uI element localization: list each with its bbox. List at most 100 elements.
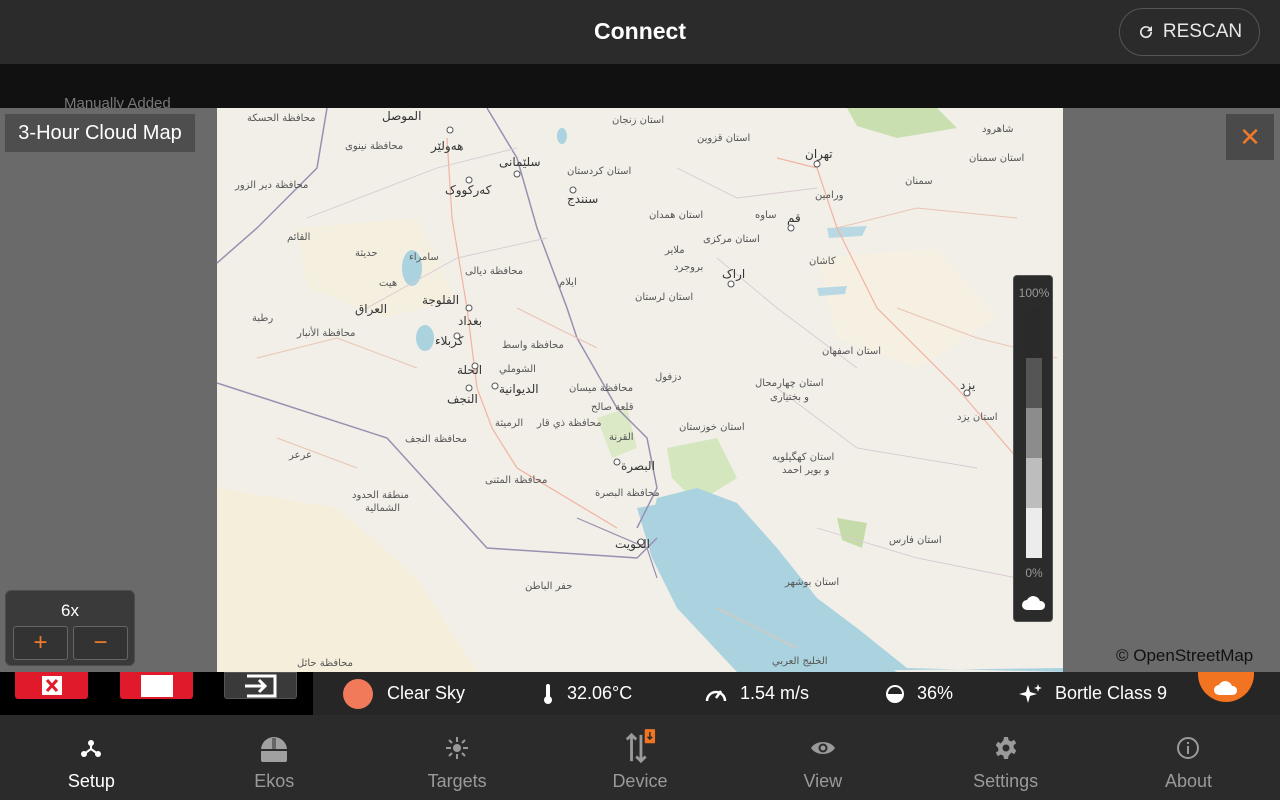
zoom-control: 6x + −	[5, 590, 135, 666]
cloud-icon	[1022, 596, 1046, 610]
stop-button[interactable]	[120, 672, 193, 699]
svg-text:و بویر احمد: و بویر احمد	[782, 465, 830, 476]
svg-text:استان کردستان: استان کردستان	[567, 166, 631, 177]
condition-dot-icon	[343, 678, 373, 709]
svg-text:استان لرستان: استان لرستان	[635, 292, 693, 303]
svg-text:هيت: هيت	[379, 278, 397, 289]
svg-text:قلعة صالح: قلعة صالح	[591, 402, 634, 413]
svg-text:الموصل: الموصل	[382, 109, 421, 124]
temperature-value: 32.06°C	[567, 683, 633, 703]
nav-label: About	[1164, 771, 1212, 791]
svg-text:محافظة المثنى: محافظة المثنى	[485, 475, 547, 486]
svg-text:استان همدان: استان همدان	[649, 210, 703, 221]
svg-text:محافظة الحسكة: محافظة الحسكة	[247, 113, 315, 124]
legend-max-label: 100%	[1018, 286, 1050, 300]
svg-text:الكويت: الكويت	[615, 537, 650, 552]
legend-shade	[1026, 358, 1042, 408]
nav-view[interactable]: View	[731, 715, 914, 800]
nav-setup[interactable]: Setup	[0, 715, 183, 800]
minus-icon: −	[93, 629, 108, 656]
page-title: Connect	[594, 18, 686, 44]
svg-text:الشمالية: الشمالية	[365, 503, 400, 514]
map-canvas: الموصل هەولێر سلێمانی کەرکووک بغداد كربل…	[217, 108, 1063, 672]
weather-condition: Clear Sky	[343, 672, 465, 715]
svg-text:قم: قم	[787, 211, 801, 225]
nav-targets[interactable]: Targets	[366, 715, 549, 800]
svg-text:استان قزوین: استان قزوین	[697, 133, 750, 144]
cloud-cover-legend: 100% 0%	[1013, 275, 1053, 622]
svg-text:استان اصفهان: استان اصفهان	[822, 346, 881, 357]
ekos-dome-icon	[258, 732, 290, 764]
svg-text:حديثة: حديثة	[355, 248, 378, 259]
cloud-map-dialog: الموصل هەولێر سلێمانی کەرکووک بغداد كربل…	[0, 108, 1280, 672]
zoom-in-button[interactable]: +	[13, 626, 68, 660]
nav-about[interactable]: About	[1097, 715, 1280, 800]
svg-text:محافظة ميسان: محافظة ميسان	[569, 383, 633, 394]
svg-text:کاشان: کاشان	[809, 256, 836, 267]
humidity: 36%	[885, 672, 953, 715]
bortle-value: Bortle Class 9	[1055, 683, 1168, 703]
svg-text:استان چهارمحال: استان چهارمحال	[755, 378, 824, 389]
zoom-out-button[interactable]: −	[73, 626, 128, 660]
svg-text:محافظة الأنبار: محافظة الأنبار	[296, 326, 356, 339]
wind-value: 1.54 m/s	[740, 683, 810, 703]
rescan-label: RESCAN	[1162, 21, 1243, 42]
svg-text:سمنان: سمنان	[905, 176, 933, 187]
svg-text:الرميثة: الرميثة	[495, 418, 523, 429]
svg-text:العراق: العراق	[355, 302, 387, 317]
svg-text:اراک: اراک	[722, 267, 745, 282]
legend-shade	[1026, 458, 1042, 508]
nav-settings[interactable]: Settings	[914, 715, 1097, 800]
nav-label: Settings	[973, 771, 1039, 791]
close-icon: ✕	[1239, 121, 1261, 152]
condition-label: Clear Sky	[387, 683, 466, 703]
svg-text:دزفول: دزفول	[655, 372, 682, 383]
svg-text:الديوانية: الديوانية	[499, 382, 539, 397]
svg-text:استان مرکزی: استان مرکزی	[703, 234, 760, 245]
disconnect-button[interactable]	[15, 672, 88, 699]
svg-text:استان کهگیلویه: استان کهگیلویه	[772, 451, 834, 463]
speedometer-icon	[705, 689, 727, 701]
app: Connect RESCAN Manually Added الموصل هەو…	[0, 0, 1280, 800]
nav-device[interactable]: Device	[549, 715, 732, 800]
svg-text:تهران: تهران	[805, 147, 833, 162]
targets-icon	[441, 732, 473, 764]
plus-icon: +	[33, 629, 48, 656]
svg-text:بغداد: بغداد	[458, 314, 482, 328]
legend-shade	[1026, 308, 1042, 358]
top-bar: Connect RESCAN	[0, 0, 1280, 64]
content-background	[0, 64, 1280, 108]
sparkle-icon	[1019, 683, 1042, 703]
status-bar: Clear Sky 32.06°C 1.54 m/s 36% Bortle Cl…	[0, 672, 1280, 715]
svg-text:النجف: النجف	[447, 392, 478, 406]
nav-ekos[interactable]: Ekos	[183, 715, 366, 800]
gear-icon	[990, 732, 1022, 764]
weather-panel: Clear Sky 32.06°C 1.54 m/s 36% Bortle Cl…	[313, 672, 1280, 715]
info-icon	[1172, 732, 1204, 764]
svg-text:محافظة النجف: محافظة النجف	[405, 434, 467, 445]
humidity-value: 36%	[917, 683, 954, 703]
svg-text:عرعر: عرعر	[288, 450, 312, 461]
svg-text:الفلوجة: الفلوجة	[422, 293, 459, 308]
dialog-title: 3-Hour Cloud Map	[5, 114, 195, 152]
eye-icon	[807, 732, 839, 764]
svg-text:استان یزد: استان یزد	[957, 412, 998, 423]
svg-text:القائم: القائم	[287, 232, 310, 243]
humidity-icon	[886, 684, 904, 703]
rescan-button[interactable]: RESCAN	[1119, 8, 1260, 56]
legend-shade	[1026, 508, 1042, 558]
login-arrow-icon	[244, 674, 276, 697]
legend-gradient	[1026, 308, 1042, 558]
bottom-navigation: Setup Ekos Targets Device View Settings …	[0, 715, 1280, 800]
svg-text:ملاير: ملاير	[664, 245, 685, 256]
map-view[interactable]: الموصل هەولێر سلێمانی کەرکووک بغداد كربل…	[217, 108, 1063, 672]
close-button[interactable]: ✕	[1226, 114, 1274, 160]
map-attribution[interactable]: © OpenStreetMap	[1116, 646, 1253, 666]
svg-text:رطبة: رطبة	[252, 313, 273, 324]
nav-label: Device	[612, 771, 668, 791]
logout-button[interactable]	[224, 672, 297, 699]
close-box-icon	[41, 675, 62, 695]
svg-text:الشوملي: الشوملي	[499, 364, 536, 375]
svg-text:حفر الباطن: حفر الباطن	[525, 581, 572, 592]
svg-text:استان زنجان: استان زنجان	[612, 115, 664, 126]
